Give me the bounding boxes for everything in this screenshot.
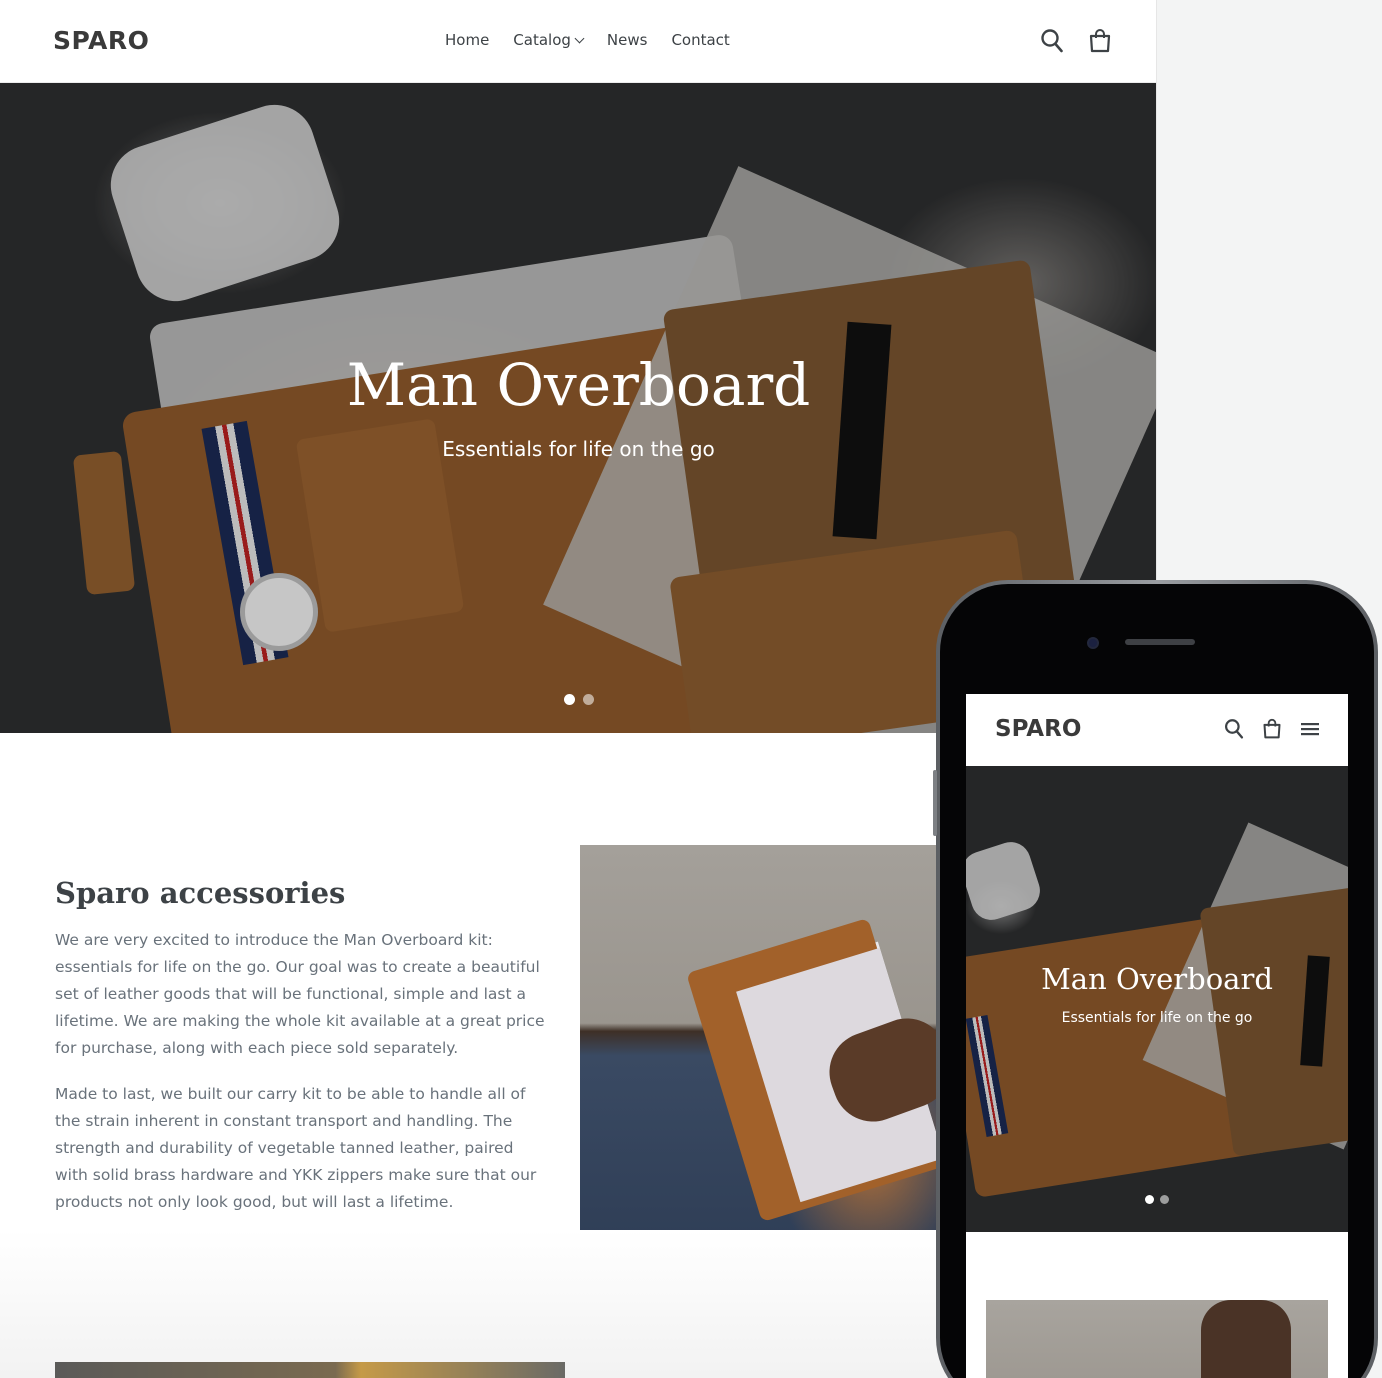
- camera-icon: [1087, 637, 1099, 649]
- hero-subtitle: Essentials for life on the go: [442, 437, 715, 461]
- mobile-about-image: [986, 1300, 1328, 1378]
- speaker-grille: [1125, 639, 1195, 645]
- mobile-arm-shape: [1201, 1300, 1291, 1378]
- about-image: [580, 845, 960, 1250]
- nav-contact[interactable]: Contact: [671, 31, 729, 49]
- mobile-hero-title: Man Overboard: [1041, 962, 1273, 996]
- mobile-header-icons: [1224, 718, 1320, 745]
- phone-mockup: SPARO Man Overboard Essentials for life …: [933, 580, 1378, 1378]
- nav-news-label: News: [606, 31, 648, 49]
- about-title: Sparo accessories: [55, 876, 346, 910]
- cart-icon[interactable]: [1088, 28, 1112, 59]
- site-logo[interactable]: SPARO: [53, 26, 149, 55]
- chevron-down-icon: [574, 33, 585, 43]
- cart-icon[interactable]: [1262, 718, 1282, 745]
- main-nav: Home Catalog News Contact: [445, 31, 730, 49]
- phone-side-button: [933, 770, 937, 836]
- mobile-slide-dot-1[interactable]: [1145, 1195, 1154, 1204]
- mobile-header: SPARO: [966, 694, 1348, 766]
- about-paragraph-2: Made to last, we built our carry kit to …: [55, 1085, 537, 1211]
- nav-contact-label: Contact: [671, 31, 730, 49]
- site-header: SPARO Home Catalog News Contact: [0, 0, 1156, 83]
- mobile-hero-subtitle: Essentials for life on the go: [1061, 1010, 1253, 1026]
- mobile-slide-dots: [1145, 1195, 1169, 1204]
- nav-home[interactable]: Home: [445, 31, 489, 49]
- hero-title: Man Overboard: [346, 351, 811, 419]
- nav-catalog[interactable]: Catalog: [513, 31, 585, 49]
- about-paragraph-1: We are very excited to introduce the Man…: [55, 931, 545, 1057]
- mobile-screen: SPARO Man Overboard Essentials for life …: [966, 694, 1348, 1378]
- nav-catalog-label: Catalog: [513, 31, 571, 49]
- search-icon[interactable]: [1040, 28, 1064, 59]
- phone-body: SPARO Man Overboard Essentials for life …: [940, 584, 1374, 1378]
- search-icon[interactable]: [1224, 718, 1244, 745]
- next-section-image: [55, 1362, 565, 1378]
- slide-dot-2[interactable]: [583, 694, 594, 705]
- nav-news[interactable]: News: [607, 31, 648, 49]
- mobile-logo[interactable]: SPARO: [995, 716, 1081, 742]
- mobile-hero-slideshow[interactable]: Man Overboard Essentials for life on the…: [966, 766, 1348, 1232]
- header-icons: [1040, 28, 1112, 59]
- slide-dots: [564, 694, 594, 705]
- nav-home-label: Home: [445, 31, 490, 49]
- mobile-hero-overlay: [966, 766, 1348, 1232]
- slide-dot-1[interactable]: [564, 694, 575, 705]
- hamburger-menu-icon[interactable]: [1300, 720, 1320, 743]
- mobile-slide-dot-2[interactable]: [1160, 1195, 1169, 1204]
